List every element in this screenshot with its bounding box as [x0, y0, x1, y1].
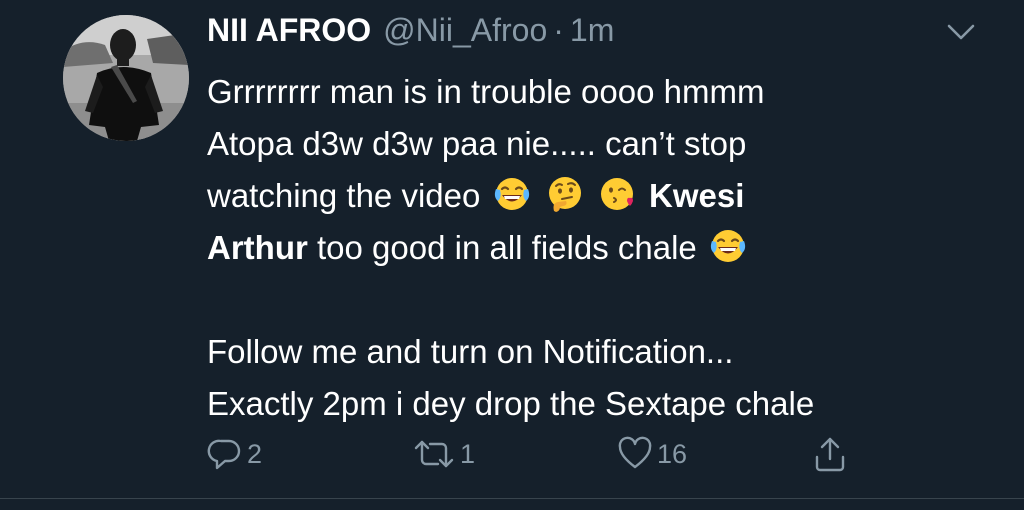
reply-count: 2: [247, 438, 263, 469]
header-separator: ·: [553, 12, 564, 48]
share-icon: [815, 437, 845, 472]
mention-kwesi[interactable]: Kwesi: [649, 177, 744, 214]
tweet-text: Grrrrrrrr man is in trouble oooo hmmm At…: [207, 66, 997, 430]
tweet-header: NII AFROO @Nii_Afroo · 1m: [207, 12, 614, 52]
tweet-actions: 2 1 16: [0, 432, 1024, 476]
face-blowing-a-kiss-icon: [600, 178, 633, 210]
reply-button[interactable]: 2: [207, 432, 262, 476]
tweet-text-line-2: Atopa d3w d3w paa nie..... can’t stop: [207, 125, 747, 162]
retweet-icon: [414, 440, 454, 468]
tweet-text-segment: too good in all fields chale: [317, 229, 697, 266]
tweet-text-line-3: watching the video Kwesi: [207, 170, 997, 222]
avatar[interactable]: [63, 15, 189, 141]
user-handle[interactable]: @Nii_Afroo: [383, 12, 547, 49]
tweet-text-line-4: Arthur too good in all fields chale: [207, 222, 997, 274]
retweet-count: 1: [460, 438, 476, 469]
heart-icon: [618, 436, 652, 469]
tweet-text-line-6: Exactly 2pm i dey drop the Sextape chale: [207, 385, 815, 422]
reply-icon: [207, 439, 241, 470]
face-with-tears-of-joy-icon: [494, 178, 529, 210]
tweet-menu-button[interactable]: [944, 20, 978, 44]
avatar-photo: [63, 15, 189, 141]
face-with-tears-of-joy-icon: [710, 230, 746, 262]
tweet[interactable]: NII AFROO @Nii_Afroo · 1m Grrrrrrrr man …: [0, 0, 1024, 510]
like-count: 16: [657, 438, 688, 469]
paragraph-break: [207, 274, 997, 326]
thinking-face-icon: [548, 177, 581, 212]
tweet-text-segment: watching the video: [207, 177, 481, 214]
mention-arthur[interactable]: Arthur: [207, 229, 308, 266]
share-button[interactable]: [812, 432, 848, 476]
retweet-button[interactable]: 1: [412, 432, 475, 476]
display-name[interactable]: NII AFROO: [207, 12, 371, 49]
timestamp[interactable]: 1m: [570, 12, 614, 49]
chevron-down-icon: [947, 24, 975, 40]
tweet-text-line-5: Follow me and turn on Notification...: [207, 333, 734, 370]
tweet-divider: [0, 498, 1024, 499]
like-button[interactable]: 16: [617, 432, 687, 476]
tweet-text-line-1: Grrrrrrrr man is in trouble oooo hmmm: [207, 73, 765, 110]
